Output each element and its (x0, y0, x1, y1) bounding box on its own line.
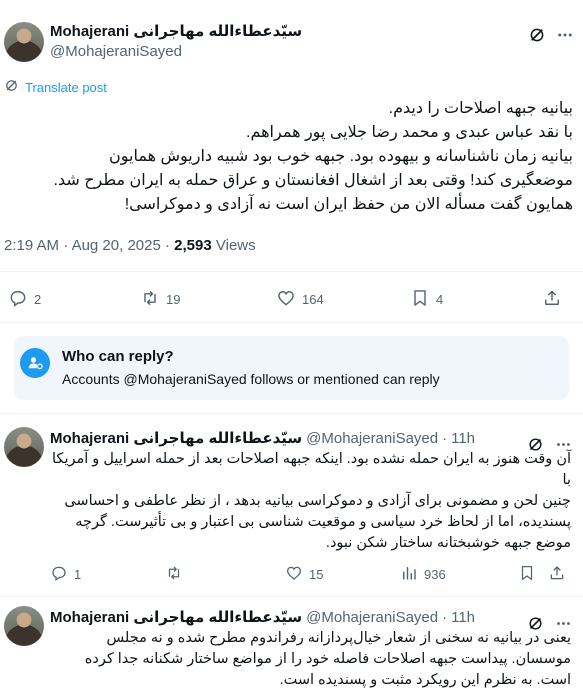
tweet-body: بیانیه جبهه اصلاحات را دیدم. با نقد عباس… (3, 97, 573, 217)
repost-button[interactable] (165, 564, 189, 585)
tweet-line: با نقد عباس عبدی و محمد رضا جلایی پور هم… (246, 124, 573, 141)
separator-dot: · (63, 237, 72, 254)
author-name[interactable]: Mohajerani سیّدعطاءالله مهاجرانی (50, 429, 302, 447)
reply-count: 1 (74, 567, 82, 582)
like-button[interactable]: 164 (276, 288, 324, 311)
at-person-icon (20, 348, 50, 378)
reply-tweet[interactable]: Mohajerani سیّدعطاءالله مهاجرانی @Mohaje… (0, 427, 583, 597)
reply-actions: 1 15 936 (50, 562, 570, 586)
reply-time[interactable]: 11h (451, 609, 475, 626)
views-button[interactable]: 936 (400, 564, 446, 585)
tweet-time[interactable]: 2:19 AM (4, 237, 59, 254)
who-can-reply-box: Who can reply? Accounts @MohajeraniSayed… (14, 336, 569, 400)
views-label: Views (215, 237, 256, 254)
reply-body: آن وقت هنوز به ایران حمله نشده بود. اینک… (46, 449, 571, 554)
who-can-reply-description: Accounts @MohajeraniSayed follows or men… (62, 371, 440, 387)
reply-count: 2 (34, 292, 42, 307)
bookmark-count: 4 (436, 292, 444, 307)
tweet-line: همایون گفت مسأله الان من حفظ ایران است ن… (124, 196, 573, 213)
like-icon (276, 288, 296, 311)
divider (0, 413, 583, 414)
author-name[interactable]: Mohajerani سیّدعطاءالله مهاجرانی (50, 22, 302, 40)
author-handle[interactable]: @MohajeraniSayed (50, 43, 182, 60)
reply-button[interactable]: 1 (50, 564, 81, 585)
like-icon (285, 564, 303, 585)
share-icon (548, 564, 566, 585)
reply-line: یعنی در بیانیه نه سخنی از شعار خیال‌پردا… (106, 630, 571, 646)
author-name[interactable]: Mohajerani سیّدعطاءالله مهاجرانی (50, 608, 302, 626)
tweet-meta: 2:19 AM · Aug 20, 2025 · 2,593 Views (4, 237, 256, 254)
share-button[interactable] (548, 564, 566, 585)
translate-icon (4, 78, 19, 96)
bookmark-button[interactable]: 4 (410, 288, 443, 311)
reply-tweet[interactable]: Mohajerani سیّدعطاءالله مهاجرانی @Mohaje… (0, 606, 583, 691)
reply-line: آن وقت هنوز به ایران حمله نشده بود. اینک… (52, 451, 571, 467)
separator-dot: · (442, 609, 448, 626)
repost-icon (165, 564, 183, 585)
avatar[interactable] (4, 427, 44, 467)
repost-count: 19 (166, 292, 181, 307)
bookmark-icon (410, 288, 430, 311)
reply-button[interactable]: 2 (8, 288, 41, 311)
views-count: 936 (424, 567, 446, 582)
translate-post-link[interactable]: Translate post (4, 78, 107, 96)
translate-label: Translate post (25, 79, 107, 95)
tweet-line: بیانیه زمان ناشناسانه و بیهوده بود. جبهه… (109, 148, 573, 165)
separator-dot: · (164, 237, 175, 254)
reply-line: پسندیده، اما از لحاظ خرد سیاسی و موقعیت … (75, 514, 571, 530)
views-icon (400, 564, 418, 585)
share-button[interactable] (542, 288, 562, 311)
like-count: 164 (302, 292, 324, 307)
reply-line: است. به نظرم این رویکرد مثبت و پسندیده ا… (279, 672, 571, 688)
reply-line: چنین لحن و مضمونی برای آزادی و دموکراسی … (64, 493, 571, 509)
repost-button[interactable]: 19 (140, 288, 180, 311)
reply-time[interactable]: 11h (451, 430, 475, 447)
tweet-date[interactable]: Aug 20, 2025 (72, 237, 161, 254)
divider (0, 322, 583, 323)
tweet-line: بیانیه جبهه اصلاحات را دیدم. (388, 100, 573, 117)
tweet-line: موضعگیری کند! وقتی بعد از اشغال افغانستا… (53, 172, 573, 189)
reply-header: Mohajerani سیّدعطاءالله مهاجرانی @Mohaje… (50, 429, 475, 447)
reply-line: با (562, 472, 571, 488)
who-can-reply-title: Who can reply? (62, 348, 174, 365)
reply-line: موضع جبهه خوشبختانه ساختار شکن نبود. (325, 535, 571, 551)
bookmark-button[interactable] (518, 564, 536, 585)
separator-dot: · (442, 430, 448, 447)
avatar[interactable] (4, 606, 44, 646)
share-icon (542, 288, 562, 311)
bookmark-icon (518, 564, 536, 585)
author-handle[interactable]: @MohajeraniSayed (306, 430, 438, 447)
tweet-actions: 2 19 164 4 (0, 278, 583, 318)
divider (0, 596, 583, 597)
reply-icon (50, 564, 68, 585)
reply-body: یعنی در بیانیه نه سخنی از شعار خیال‌پردا… (46, 628, 571, 691)
more-icon[interactable] (554, 24, 576, 46)
grok-icon[interactable] (526, 24, 548, 46)
like-count: 15 (309, 567, 324, 582)
reply-icon (8, 288, 28, 311)
reply-line: موسسان. پیداست جبهه اصلاحات فاصله خود را… (84, 651, 571, 667)
divider (0, 271, 583, 272)
reply-header: Mohajerani سیّدعطاءالله مهاجرانی @Mohaje… (50, 608, 475, 626)
views-count: 2,593 (174, 237, 212, 254)
author-handle[interactable]: @MohajeraniSayed (306, 609, 438, 626)
like-button[interactable]: 15 (285, 564, 323, 585)
repost-icon (140, 288, 160, 311)
avatar[interactable] (4, 22, 44, 62)
tweet-header: Mohajerani سیّدعطاءالله مهاجرانی @Mohaje… (4, 20, 579, 64)
